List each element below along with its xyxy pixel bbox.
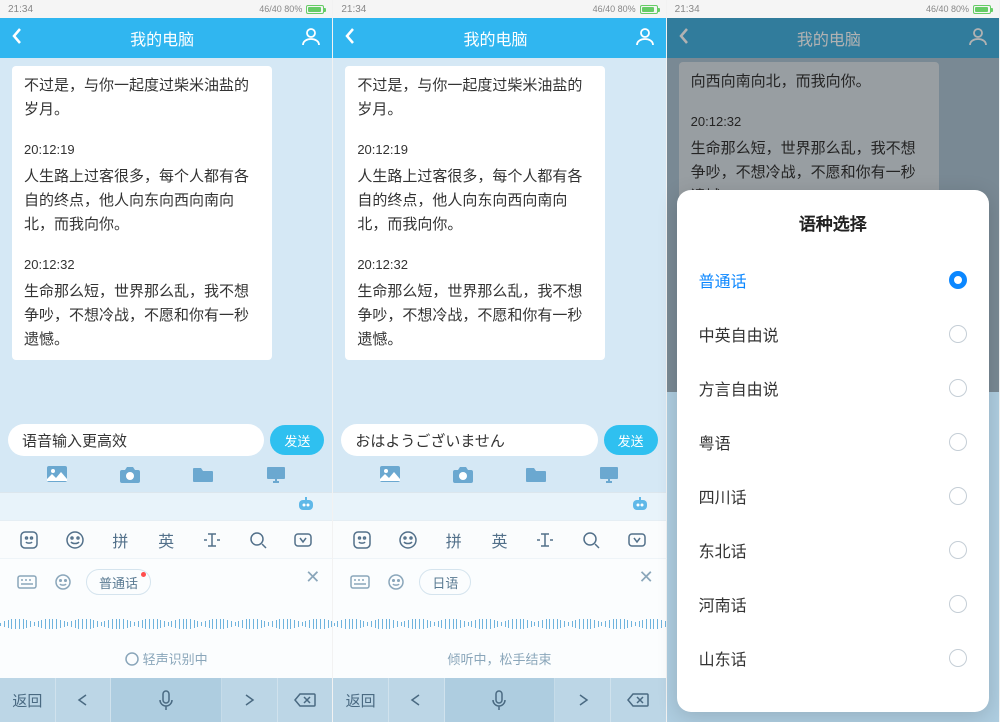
radio-icon bbox=[949, 649, 967, 667]
profile-icon[interactable] bbox=[967, 25, 989, 52]
kb-head bbox=[0, 492, 332, 520]
left-key[interactable] bbox=[56, 678, 112, 722]
lang-option[interactable]: 方言自由说 bbox=[699, 361, 967, 415]
input-row: 语音输入更高效 发送 bbox=[0, 418, 332, 460]
kb-collapse-tab[interactable] bbox=[614, 532, 660, 548]
radio-icon bbox=[949, 487, 967, 505]
kb-emoji-tab[interactable] bbox=[6, 530, 52, 550]
notif-dot bbox=[141, 572, 146, 577]
chat-area: 不过是，与你一起度过柴米油盐的岁月。 20:12:19 人生路上过客很多，每个人… bbox=[333, 58, 665, 418]
lang-option[interactable]: 粤语 bbox=[699, 415, 967, 469]
left-key[interactable] bbox=[389, 678, 445, 722]
kb-collapse-tab[interactable] bbox=[281, 532, 327, 548]
kb-smile-tab[interactable] bbox=[385, 530, 431, 550]
kb-pinyin-tab[interactable]: 拼 bbox=[98, 528, 144, 552]
send-button[interactable]: 发送 bbox=[270, 425, 324, 455]
status-right: 46/40 80% bbox=[259, 4, 324, 14]
gallery-icon[interactable] bbox=[379, 465, 401, 488]
chat-header: 我的电脑 bbox=[333, 18, 665, 58]
language-sheet: 语种选择 普通话中英自由说方言自由说粤语四川话东北话河南话山东话 bbox=[677, 190, 989, 712]
waveform bbox=[0, 617, 332, 631]
mic-key[interactable] bbox=[111, 678, 221, 722]
kb-pinyin-tab[interactable]: 拼 bbox=[431, 528, 477, 552]
voice-hint: 轻声识别中 bbox=[0, 649, 332, 668]
bottom-bar: 返回 bbox=[0, 678, 332, 722]
status-bar: 21:34 46/40 80% bbox=[0, 0, 332, 18]
gallery-icon[interactable] bbox=[46, 465, 68, 488]
kb-smile-tab[interactable] bbox=[52, 530, 98, 550]
text-input[interactable]: 语音输入更高效 bbox=[8, 424, 264, 456]
kb-english-tab[interactable]: 英 bbox=[477, 528, 523, 552]
kb-tab-row: 拼 英 bbox=[0, 520, 332, 558]
profile-icon[interactable] bbox=[634, 25, 656, 52]
lang-option[interactable]: 普通话 bbox=[699, 253, 967, 307]
vp-keyboard-icon[interactable] bbox=[14, 569, 40, 595]
monitor-icon[interactable] bbox=[265, 465, 287, 488]
chat-header: 我的电脑 bbox=[0, 18, 332, 58]
kb-search-tab[interactable] bbox=[568, 531, 614, 549]
back-button[interactable] bbox=[677, 26, 691, 51]
radio-icon bbox=[949, 379, 967, 397]
back-button[interactable] bbox=[10, 26, 24, 51]
radio-icon bbox=[949, 595, 967, 613]
lang-option[interactable]: 中英自由说 bbox=[699, 307, 967, 361]
voice-panel: 普通话 ✕ 轻声识别中 bbox=[0, 558, 332, 678]
language-chip[interactable]: 普通话 bbox=[86, 569, 151, 595]
folder-icon[interactable] bbox=[192, 465, 214, 488]
status-time: 21:34 bbox=[8, 4, 33, 15]
right-key[interactable] bbox=[555, 678, 611, 722]
waveform bbox=[333, 617, 665, 631]
sheet-title: 语种选择 bbox=[699, 210, 967, 235]
send-button[interactable]: 发送 bbox=[604, 425, 658, 455]
voice-hint: 倾听中，松手结束 bbox=[333, 649, 665, 668]
back-button[interactable] bbox=[343, 26, 357, 51]
chat-area: 不过是，与你一起度过柴米油盐的岁月。 20:12:19 人生路上过客很多，每个人… bbox=[0, 58, 332, 418]
camera-icon[interactable] bbox=[452, 465, 474, 488]
monitor-icon[interactable] bbox=[598, 465, 620, 488]
battery-icon bbox=[306, 5, 324, 14]
lang-option[interactable]: 河南话 bbox=[699, 577, 967, 631]
radio-icon bbox=[949, 271, 967, 289]
kb-emoji-tab[interactable] bbox=[339, 530, 385, 550]
radio-icon bbox=[949, 541, 967, 559]
message-bubble: 不过是，与你一起度过柴米油盐的岁月。 20:12:19 人生路上过客很多，每个人… bbox=[345, 66, 605, 360]
kb-cursor-tab[interactable] bbox=[189, 532, 235, 548]
attach-row bbox=[0, 460, 332, 492]
kb-cursor-tab[interactable] bbox=[522, 532, 568, 548]
vp-face-icon[interactable] bbox=[383, 569, 409, 595]
radio-icon bbox=[949, 325, 967, 343]
language-chip[interactable]: 日语 bbox=[419, 569, 471, 595]
lang-option[interactable]: 东北话 bbox=[699, 523, 967, 577]
return-key[interactable]: 返回 bbox=[0, 678, 56, 722]
kb-english-tab[interactable]: 英 bbox=[143, 528, 189, 552]
folder-icon[interactable] bbox=[525, 465, 547, 488]
radio-icon bbox=[949, 433, 967, 451]
voice-close-button[interactable]: ✕ bbox=[305, 567, 320, 588]
status-bar: 21:34 46/40 80% bbox=[667, 0, 999, 18]
kb-search-tab[interactable] bbox=[235, 531, 281, 549]
return-key[interactable]: 返回 bbox=[333, 678, 389, 722]
robot-icon[interactable] bbox=[296, 495, 316, 518]
lang-option[interactable]: 四川话 bbox=[699, 469, 967, 523]
robot-icon[interactable] bbox=[630, 495, 650, 518]
profile-icon[interactable] bbox=[300, 25, 322, 52]
voice-close-button[interactable]: ✕ bbox=[639, 567, 654, 588]
status-bar: 21:34 46/40 80% bbox=[333, 0, 665, 18]
camera-icon[interactable] bbox=[119, 465, 141, 488]
message-bubble: 不过是，与你一起度过柴米油盐的岁月。 20:12:19 人生路上过客很多，每个人… bbox=[12, 66, 272, 360]
header-title: 我的电脑 bbox=[130, 26, 194, 50]
mic-key[interactable] bbox=[445, 678, 555, 722]
vp-face-icon[interactable] bbox=[50, 569, 76, 595]
right-key[interactable] bbox=[222, 678, 278, 722]
vp-keyboard-icon[interactable] bbox=[347, 569, 373, 595]
backspace-key[interactable] bbox=[611, 678, 666, 722]
lang-option[interactable]: 山东话 bbox=[699, 631, 967, 685]
backspace-key[interactable] bbox=[278, 678, 333, 722]
chat-header: 我的电脑 bbox=[667, 18, 999, 58]
text-input[interactable]: おはようございません bbox=[341, 424, 597, 456]
